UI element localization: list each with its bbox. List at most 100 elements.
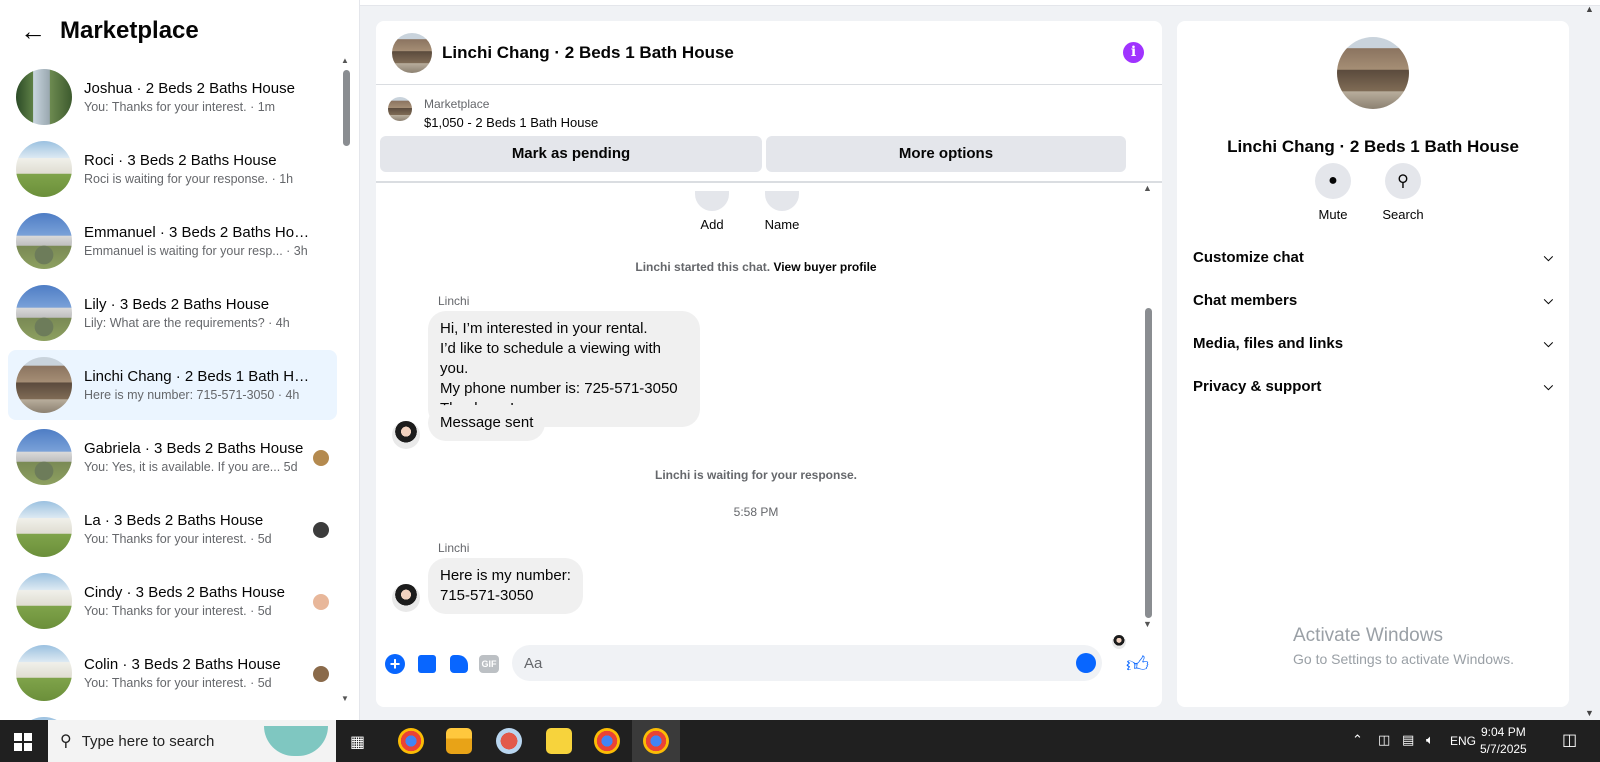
listing-thumbnail	[16, 213, 72, 269]
sticker-icon[interactable]	[448, 653, 470, 675]
taskbar-search-box[interactable]: ⚲ Type here to search	[48, 720, 336, 762]
mute-label: Mute	[1318, 207, 1348, 222]
page-scrollbar[interactable]: ▲ ▼	[1582, 4, 1598, 720]
mute-button[interactable]: ● Mute	[1303, 163, 1363, 222]
scroll-down-icon[interactable]: ▼	[341, 694, 349, 703]
chevron-down-icon: ⌵	[1543, 249, 1553, 264]
sidebar-title: Marketplace	[60, 17, 199, 44]
sidebar-scrollbar[interactable]: ▲ ▼	[341, 56, 351, 706]
plus-icon[interactable]: +	[384, 653, 406, 675]
message-bubble[interactable]: Message sent	[428, 405, 546, 441]
system-clock[interactable]: 9:04 PM 5/7/2025	[1480, 724, 1527, 758]
section-label: Media, files and links	[1193, 334, 1344, 352]
pencil-icon	[765, 191, 799, 211]
gif-label: GIF	[479, 655, 499, 673]
conversation-item[interactable]: Roci · 3 Beds 2 Baths House Roci is waiti…	[8, 134, 337, 204]
listing-thumbnail	[16, 501, 72, 557]
sender-avatar[interactable]	[392, 421, 420, 449]
windows-start-icon[interactable]	[14, 733, 32, 751]
scroll-up-icon[interactable]: ▲	[1143, 183, 1152, 193]
conversation-text: Joshua · 2 Beds 2 Baths House You: Thanks…	[84, 80, 310, 114]
message-input[interactable]	[524, 654, 1064, 672]
add-person-icon	[695, 191, 729, 211]
snipping-tool-icon[interactable]	[496, 728, 522, 754]
gif-icon[interactable]: GIF	[478, 653, 500, 675]
conversation-preview: You: Thanks for your interest. · 5d	[84, 676, 272, 690]
emoji-icon[interactable]	[1076, 653, 1096, 673]
scroll-up-icon[interactable]: ▲	[1585, 4, 1594, 14]
scroll-down-icon[interactable]: ▼	[1143, 619, 1152, 629]
network-icon[interactable]: ▤	[1402, 732, 1414, 748]
search-highlight-image	[264, 726, 328, 756]
chat-avatar[interactable]	[392, 32, 432, 73]
conversation-item[interactable]: Emmanuel · 3 Beds 2 Baths House Emmanuel …	[8, 206, 337, 276]
search-icon: ⚲	[1385, 163, 1421, 199]
conversation-title: Colin · 3 Beds 2 Baths House	[84, 656, 281, 673]
photo-icon[interactable]	[416, 653, 438, 675]
conversation-preview: You: Thanks for your interest. · 5d	[84, 532, 272, 546]
section-privacy-support[interactable]: Privacy & support ⌵	[1193, 366, 1553, 406]
add-button[interactable]: Add	[694, 191, 730, 232]
view-buyer-profile-link[interactable]: View buyer profile	[773, 260, 876, 274]
chat-title[interactable]: Linchi Chang · 2 Beds 1 Bath House	[442, 43, 734, 63]
sender-name: Linchi	[438, 541, 470, 555]
conversation-preview: You: Yes, it is available. If you are...…	[84, 460, 298, 474]
conversation-item[interactable]: La · 3 Beds 2 Baths House You: Thanks for…	[8, 494, 337, 564]
conversation-item[interactable]: Colin · 3 Beds 2 Baths House You: Thanks …	[8, 638, 337, 708]
conversation-item[interactable]: Cindy · 3 Beds 2 Baths House You: Thanks …	[8, 566, 337, 636]
section-customize-chat[interactable]: Customize chat ⌵	[1193, 237, 1553, 277]
windows-taskbar: ⚲ Type here to search ▦ ⌃ ◫ ▤ 🔈︎ ENG 9:0…	[0, 720, 1600, 762]
listing-title: $1,050 - 2 Beds 1 Bath House	[424, 115, 599, 130]
conversation-text: Lily · 3 Beds 2 Baths House Lily: What ar…	[84, 296, 310, 330]
message-input-wrapper	[512, 645, 1102, 681]
more-options-button[interactable]: More options	[766, 136, 1126, 172]
waiting-notice: Linchi is waiting for your response.	[654, 468, 858, 482]
scroll-down-icon[interactable]: ▼	[1585, 708, 1594, 718]
conversation-title: Joshua · 2 Beds 2 Baths House	[84, 80, 295, 97]
mark-pending-button[interactable]: Mark as pending	[380, 136, 762, 172]
chevron-up-icon[interactable]: ⌃	[1352, 732, 1363, 748]
volume-icon[interactable]: 🔈︎	[1426, 732, 1434, 748]
search-button[interactable]: ⚲ Search	[1373, 163, 1433, 222]
search-icon: ⚲	[60, 733, 72, 750]
scroll-thumb[interactable]	[343, 70, 350, 146]
chat-scrollbar[interactable]: ▲ ▼	[1142, 183, 1154, 653]
conversation-preview: You: Thanks for your interest. · 1m	[84, 100, 276, 114]
started-text: Linchi started this chat.	[635, 260, 771, 274]
info-icon[interactable]: i	[1123, 42, 1144, 63]
back-arrow-icon[interactable]: ←	[20, 18, 46, 44]
file-explorer-icon[interactable]	[446, 728, 472, 754]
chrome-icon[interactable]	[594, 728, 620, 754]
sender-avatar[interactable]	[392, 584, 420, 612]
message-bubble[interactable]: Here is my number: 715-571-3050	[428, 558, 583, 614]
thumbs-up-icon[interactable]: 👍︎	[1126, 651, 1149, 678]
listing-thumbnail	[16, 357, 72, 413]
conversation-item[interactable]: N... · 3 Beds 2 Baths H...	[8, 710, 337, 720]
battery-icon[interactable]: ◫	[1378, 732, 1390, 748]
conversation-preview: Lily: What are the requirements? · 4h	[84, 316, 290, 330]
chat-panel: Linchi Chang · 2 Beds 1 Bath House i Mar…	[376, 21, 1162, 707]
listing-thumbnail	[16, 285, 72, 341]
sticky-notes-icon[interactable]	[546, 728, 572, 754]
task-view-icon[interactable]: ▦	[350, 732, 365, 752]
conversation-item[interactable]: Gabriela · 3 Beds 2 Baths House You: Yes,…	[8, 422, 337, 492]
section-chat-members[interactable]: Chat members ⌵	[1193, 280, 1553, 320]
conversation-item[interactable]: Linchi Chang · 2 Beds 1 Bath Ho... Here i…	[8, 350, 337, 420]
conversation-text: Cindy · 3 Beds 2 Baths House You: Thanks …	[84, 584, 310, 618]
details-title: Linchi Chang · 2 Beds 1 Bath House	[1227, 137, 1519, 156]
divider	[376, 181, 1162, 183]
section-media-files-links[interactable]: Media, files and links ⌵	[1193, 323, 1553, 363]
details-avatar[interactable]	[1337, 37, 1409, 109]
scroll-up-icon[interactable]: ▲	[341, 56, 349, 65]
name-button[interactable]: Name	[760, 191, 804, 232]
chrome-icon[interactable]	[398, 728, 424, 754]
conversation-item[interactable]: Joshua · 2 Beds 2 Baths House You: Thanks…	[8, 62, 337, 132]
language-indicator[interactable]: ENG	[1450, 734, 1476, 748]
conversation-item[interactable]: Lily · 3 Beds 2 Baths House Lily: What ar…	[8, 278, 337, 348]
chat-header: Linchi Chang · 2 Beds 1 Bath House	[376, 21, 1162, 85]
notifications-icon[interactable]: ◫	[1562, 730, 1577, 750]
scroll-thumb[interactable]	[1145, 308, 1152, 618]
listing-banner[interactable]: Marketplace $1,050 - 2 Beds 1 Bath House	[388, 97, 598, 130]
chrome-profile-icon[interactable]	[643, 728, 669, 754]
conversation-preview: Here is my number: 715-571-3050 · 4h	[84, 388, 300, 402]
